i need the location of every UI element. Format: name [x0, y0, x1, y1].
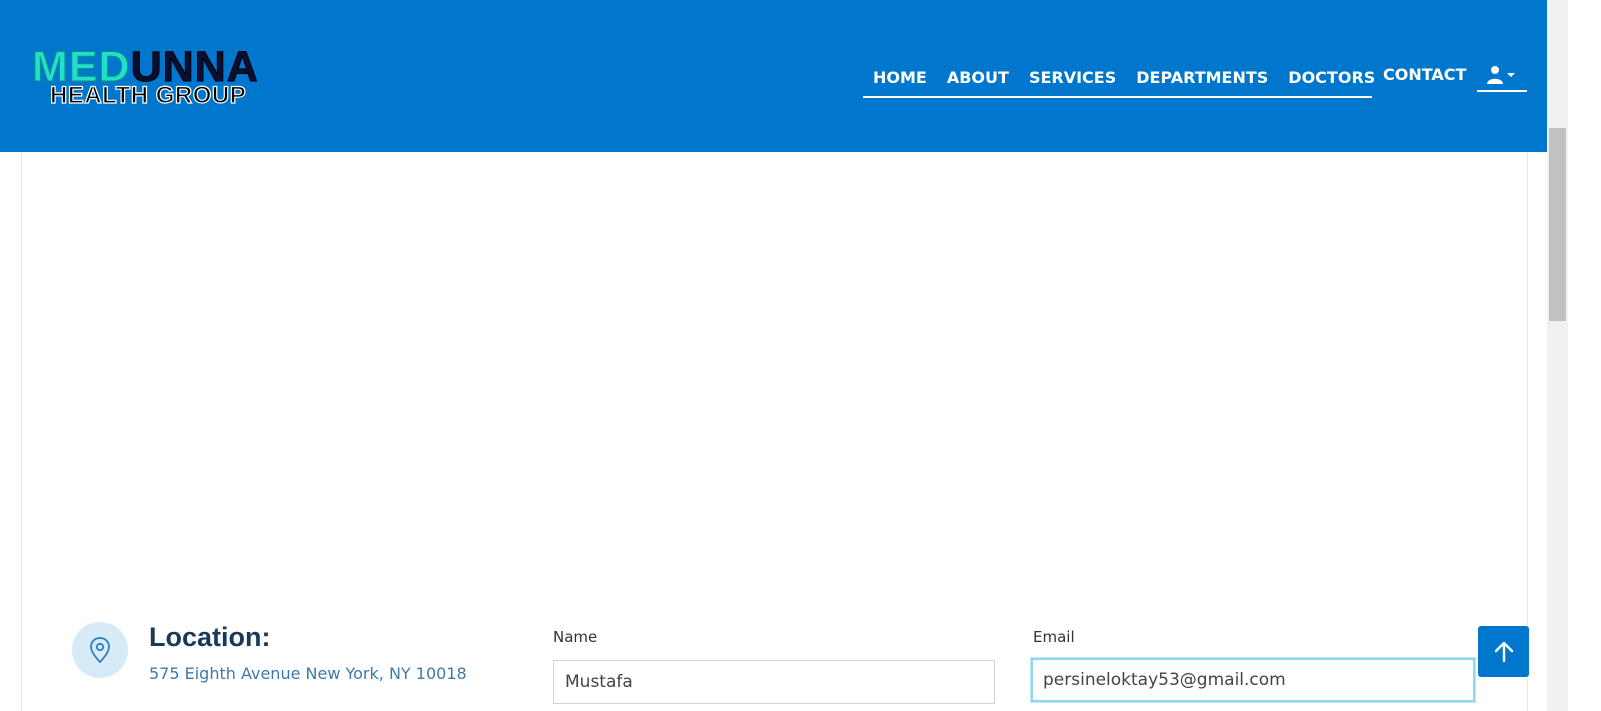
map-pin-icon — [90, 637, 110, 663]
logo[interactable]: MEDUNNA HEALTH GROUP — [32, 45, 412, 109]
email-label: Email — [1033, 628, 1075, 646]
nav-departments[interactable]: DEPARTMENTS — [1126, 63, 1278, 93]
window-edge — [1568, 0, 1601, 711]
email-input[interactable] — [1031, 658, 1475, 702]
nav-home[interactable]: HOME — [863, 63, 937, 93]
caret-down-icon — [1507, 73, 1515, 77]
name-label: Name — [553, 628, 598, 646]
location-title: Location: — [149, 622, 271, 652]
nav-contact[interactable]: CONTACT — [1373, 60, 1476, 96]
logo-tagline: HEALTH GROUP — [49, 82, 247, 109]
page-scrollbar[interactable] — [1547, 0, 1568, 711]
site-header: MEDUNNA HEALTH GROUP HOME ABOUT SERVICES… — [0, 0, 1547, 152]
location-icon-badge — [72, 622, 128, 678]
nav-doctors[interactable]: DOCTORS — [1278, 63, 1385, 93]
page: MEDUNNA HEALTH GROUP HOME ABOUT SERVICES… — [0, 0, 1601, 711]
location-address: 575 Eighth Avenue New York, NY 10018 — [149, 664, 467, 683]
main-nav: HOME ABOUT SERVICES DEPARTMENTS DOCTORS — [863, 60, 1375, 98]
user-menu-dropdown[interactable] — [1477, 60, 1527, 92]
nav-services[interactable]: SERVICES — [1019, 63, 1126, 93]
name-input[interactable] — [553, 660, 995, 704]
user-icon — [1487, 66, 1515, 84]
scrollbar-thumb[interactable] — [1549, 128, 1566, 321]
back-to-top-button[interactable] — [1478, 626, 1529, 677]
nav-about[interactable]: ABOUT — [937, 63, 1019, 93]
arrow-up-icon — [1494, 641, 1513, 662]
